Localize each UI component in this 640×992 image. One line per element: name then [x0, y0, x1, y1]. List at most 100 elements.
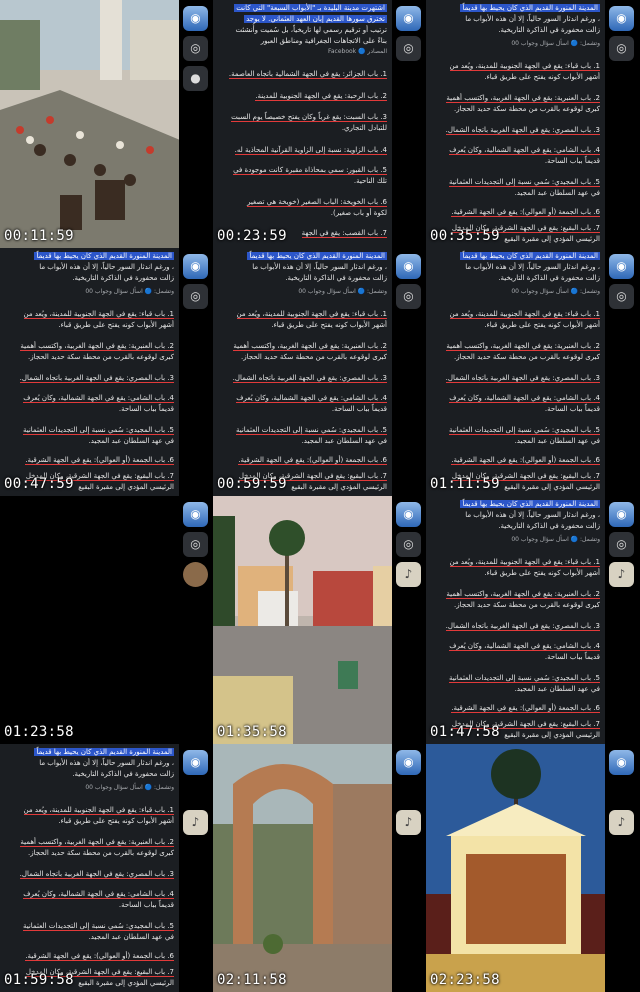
list-item: لكوة أو باب صغير). — [330, 209, 387, 217]
microphone-icon[interactable]: ♪ — [396, 562, 421, 587]
chat-heading: المدينة المنورة القديم الذي كان يحيط بها… — [34, 252, 174, 260]
ruined-gate-photo — [213, 744, 393, 992]
list-item: 2. باب العنبرية: يقع في الجهة الغربية، و… — [233, 342, 387, 351]
timestamp: 01:59:58 — [4, 972, 74, 988]
timestamp: 02:23:58 — [430, 972, 500, 988]
list-item: في عهد السلطان عبد المجيد. — [88, 437, 174, 445]
app-logo-icon[interactable]: ◉ — [183, 254, 208, 279]
list-item: كبرى لوقوعه بالقرب من محطة سكة حديد الحج… — [27, 849, 174, 857]
chat-source[interactable]: وتشمل: 🔵 اسأل سؤال وجواب 00 — [298, 288, 387, 295]
timestamp: 00:47:59 — [4, 476, 74, 492]
audio-icon[interactable]: ◎ — [396, 532, 421, 557]
app-logo-icon[interactable]: ◉ — [396, 750, 421, 775]
app-logo-icon[interactable]: ◉ — [609, 750, 634, 775]
list-item: كبرى لوقوعه بالقرب من محطة سكة حديد الحج… — [240, 353, 387, 361]
chat-source[interactable]: وتشمل: 🔵 اسأل سؤال وجواب 00 — [511, 40, 600, 47]
audio-icon[interactable]: ◎ — [183, 284, 208, 309]
side-rail: ◉ ◎ ● — [179, 0, 212, 248]
frame-5: المدينة المنورة القديم الذي كان يحيط بها… — [213, 248, 426, 496]
list-item: في عهد السلطان عبد المجيد. — [514, 189, 600, 197]
side-rail: ◉ ♪ — [392, 744, 425, 992]
app-logo-icon[interactable]: ◉ — [609, 502, 634, 527]
list-item: 1. باب الجزائر: يقع في الجهة الشمالية با… — [228, 70, 387, 79]
list-item: 6. باب الجمعة (أو العوالي): يقع في الجهة… — [451, 704, 600, 713]
list-item: 4. باب الشامي: يقع في الجهة الشمالية، وك… — [449, 642, 600, 651]
chat-panel: اشتهرت مدينة البليدة بـ "الأبواب السبعة"… — [213, 0, 393, 248]
chat-source[interactable]: وتشمل: 🔵 اسأل سؤال وجواب 00 — [85, 288, 174, 295]
chat-panel: المدينة المنورة القديم الذي كان يحيط بها… — [213, 248, 393, 496]
user-avatar-icon[interactable]: ● — [183, 66, 208, 91]
app-logo-icon[interactable]: ◉ — [183, 6, 208, 31]
chat-intro-line2: زالت محفورة في الذاكرة التاريخية. — [498, 26, 600, 34]
app-logo-icon[interactable]: ◉ — [609, 6, 634, 31]
illuminated-kiosk-photo — [426, 744, 606, 992]
list-item: 6. باب الجمعة (أو العوالي): يقع في الجهة… — [451, 208, 600, 217]
app-logo-icon[interactable]: ◉ — [183, 750, 208, 775]
audio-icon[interactable]: ◎ — [183, 532, 208, 557]
chat-source[interactable]: وتشمل: 🔵 اسأل سؤال وجواب 00 — [511, 536, 600, 543]
chat-source[interactable]: وتشمل: 🔵 اسأل سؤال وجواب 00 — [511, 288, 600, 295]
list-item: أشهر الأبواب كونه يفتح على طريق قباء. — [484, 569, 600, 577]
microphone-icon[interactable]: ♪ — [609, 810, 634, 835]
historic-street-photo — [0, 0, 180, 248]
list-item: أشهر الأبواب كونه يفتح على طريق قباء. — [484, 73, 600, 81]
list-item: 5. باب المجيدي: سُمي نسبة إلى التجديدات … — [448, 674, 600, 683]
chat-panel: المدينة المنورة القديم الذي كان يحيط بها… — [426, 248, 606, 496]
frame-8: ◉ ◎ ♪ 01:35:58 — [213, 496, 426, 744]
chat-intro: ، ورغم اندثار السور حالياً، إلا أن هذه ا… — [39, 759, 174, 767]
list-item: في عهد السلطان عبد المجيد. — [301, 437, 387, 445]
list-item: 6. باب الجمعة (أو العوالي): يقع في الجهة… — [25, 456, 174, 465]
timestamp: 00:23:59 — [217, 228, 287, 244]
side-rail: ◉ ◎ ♪ — [605, 496, 638, 744]
app-logo-icon[interactable]: ◉ — [396, 254, 421, 279]
list-item: 2. باب العنبرية: يقع في الجهة الغربية، و… — [20, 342, 174, 351]
list-item: 2. باب الرحبة: يقع في الجهة الجنوبية للم… — [255, 92, 387, 101]
chat-heading-line2: تخترق سورها القديم إبان العهد العثماني. … — [244, 15, 387, 23]
app-logo-icon[interactable]: ◉ — [183, 502, 208, 527]
audio-icon[interactable]: ◎ — [396, 36, 421, 61]
list-item: 2. باب العنبرية: يقع في الجهة الغربية، و… — [20, 838, 174, 847]
app-logo-icon[interactable]: ◉ — [609, 254, 634, 279]
list-item: الرئيسي المؤدي إلى مقبرة البقيع — [504, 235, 600, 243]
list-item: 3. باب المصري: يقع في الجهة الغربية باتج… — [19, 374, 174, 383]
chat-intro: ، ورغم اندثار السور حالياً، إلا أن هذه ا… — [465, 511, 600, 519]
list-item: أشهر الأبواب كونه يفتح على طريق قباء. — [58, 817, 174, 825]
user-avatar-icon[interactable] — [183, 562, 208, 587]
side-rail: ◉ ◎ — [179, 496, 212, 744]
chat-intro-line2: بناءً على الاتجاهات الجغرافية ومناطق الع… — [260, 37, 387, 45]
list-item: كبرى لوقوعه بالقرب من محطة سكة حديد الحج… — [27, 353, 174, 361]
list-item: 3. باب المصري: يقع في الجهة الغربية باتج… — [232, 374, 387, 383]
list-item: الرئيسي المؤدي إلى مقبرة البقيع — [504, 731, 600, 739]
chat-intro-line2: زالت محفورة في الذاكرة التاريخية. — [285, 274, 387, 282]
list-item: 4. باب الشامي: يقع في الجهة الشمالية، وك… — [23, 890, 174, 899]
list-item: للتبادل التجاري. — [341, 124, 387, 132]
audio-icon[interactable]: ◎ — [609, 532, 634, 557]
chat-panel: المدينة المنورة القديم الذي كان يحيط بها… — [426, 496, 606, 744]
list-item: 1. باب قباء: يقع في الجهة الجنوبية للمدي… — [449, 62, 600, 71]
audio-icon[interactable]: ◎ — [609, 36, 634, 61]
list-item: 5. باب المجيدي: سُمي نسبة إلى التجديدات … — [22, 426, 174, 435]
list-item: 1. باب قباء: يقع في الجهة الجنوبية للمدي… — [23, 310, 174, 319]
audio-icon[interactable]: ◎ — [183, 36, 208, 61]
list-item: 5. باب المجيدي: سُمي نسبة إلى التجديدات … — [448, 178, 600, 187]
frame-7: ◉ ◎ 01:23:58 — [0, 496, 213, 744]
list-item: 2. باب العنبرية: يقع في الجهة الغربية، و… — [446, 590, 600, 599]
audio-icon[interactable]: ◎ — [609, 284, 634, 309]
app-logo-icon[interactable]: ◉ — [396, 6, 421, 31]
microphone-icon[interactable]: ♪ — [396, 810, 421, 835]
chat-intro-line2: زالت محفورة في الذاكرة التاريخية. — [72, 770, 174, 778]
microphone-icon[interactable]: ♪ — [609, 562, 634, 587]
audio-icon[interactable]: ◎ — [396, 284, 421, 309]
app-logo-icon[interactable]: ◉ — [396, 502, 421, 527]
chat-intro-line2: زالت محفورة في الذاكرة التاريخية. — [498, 274, 600, 282]
list-item: قديماً بباب الساحة. — [118, 405, 174, 413]
side-rail: ◉ ◎ ♪ — [392, 496, 425, 744]
chat-source[interactable]: المصادر 🔵 Facebook — [328, 48, 387, 55]
microphone-icon[interactable]: ♪ — [183, 810, 208, 835]
chat-source[interactable]: وتشمل: 🔵 اسأل سؤال وجواب 00 — [85, 784, 174, 791]
timestamp: 00:35:59 — [430, 228, 500, 244]
list-item: 4. باب الشامي: يقع في الجهة الشمالية، وك… — [236, 394, 387, 403]
frame-2: اشتهرت مدينة البليدة بـ "الأبواب السبعة"… — [213, 0, 426, 248]
timestamp: 01:11:59 — [430, 476, 500, 492]
list-item: 1. باب قباء: يقع في الجهة الجنوبية للمدي… — [449, 558, 600, 567]
